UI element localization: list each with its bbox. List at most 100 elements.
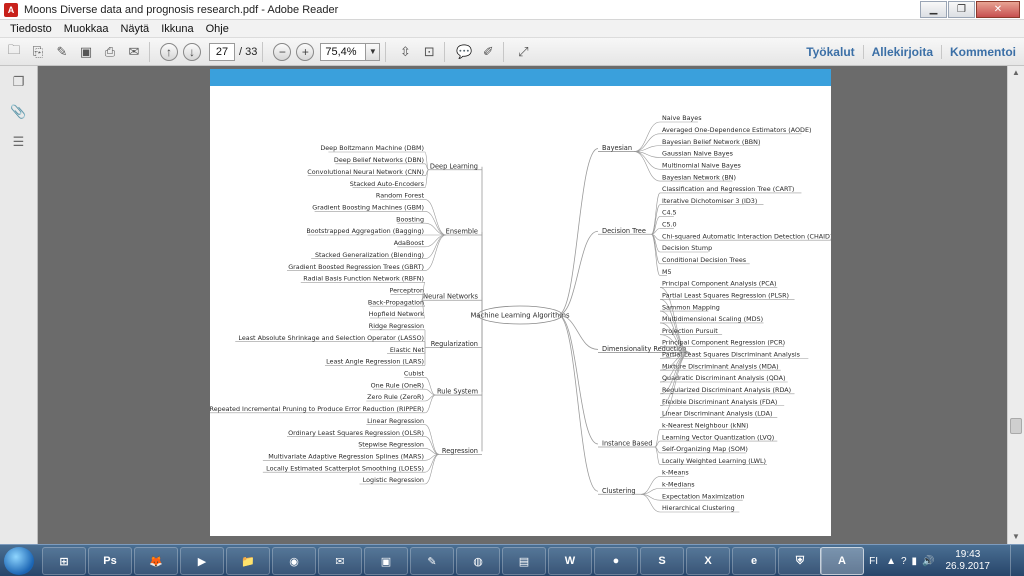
tools-link[interactable]: Työkalut [798,45,862,59]
category-label: Ensemble [446,228,478,236]
create-pdf-icon[interactable]: ⎘ [28,42,48,62]
toolbar-panels: Työkalut Allekirjoita Kommentoi [798,38,1024,66]
scroll-up-icon[interactable]: ▲ [1008,66,1024,80]
layers-icon[interactable]: ☰ [10,134,28,152]
algorithm-label: Iterative Dichotomiser 3 (ID3) [662,197,757,205]
minimize-button[interactable]: ▁ [920,1,947,18]
taskbar-app-9[interactable]: ◍ [456,547,500,575]
network-icon[interactable]: ▮ [912,556,918,567]
algorithm-label: k-Medians [662,481,695,489]
menu-edit[interactable]: Muokkaa [64,23,109,35]
taskbar-app-6[interactable]: ✉ [318,547,362,575]
taskbar-app-8[interactable]: ✎ [410,547,454,575]
taskbar-app-7[interactable]: ▣ [364,547,408,575]
save-icon[interactable]: ▣ [76,42,96,62]
menu-file[interactable]: Tiedosto [10,23,52,35]
taskbar-app-16[interactable]: ⛨ [778,547,822,575]
algorithm-label: k-Nearest Neighbour (kNN) [662,421,748,429]
clock[interactable]: 19:43 26.9.2017 [946,549,991,573]
algorithm-label: Perceptron [390,286,425,294]
menu-bar: Tiedosto Muokkaa Näytä Ikkuna Ohje [0,20,1024,38]
category-label: Neural Networks [423,293,478,301]
menu-help[interactable]: Ohje [206,23,229,35]
algorithm-label: Stacked Generalization (Blending) [315,251,424,259]
category-label: Regularization [431,340,478,348]
taskbar-app-14[interactable]: X [686,547,730,575]
leaf-connector [424,210,447,236]
taskbar-app-5[interactable]: ◉ [272,547,316,575]
menu-view[interactable]: Näytä [120,23,149,35]
close-button[interactable]: ✕ [976,1,1020,18]
leaf-connector [424,234,447,260]
category-label: Decision Tree [602,227,646,235]
taskbar-app-13[interactable]: S [640,547,684,575]
taskbar-app-10[interactable]: ▤ [502,547,546,575]
menu-window[interactable]: Ikkuna [161,23,193,35]
taskbar-app-11[interactable]: W [548,547,592,575]
taskbar-app-2[interactable]: 🦊 [134,547,178,575]
comment-icon[interactable]: 💬 [454,42,474,62]
taskbar-app-1[interactable]: Ps [88,547,132,575]
leaf-connector [651,204,661,235]
toolbar: 🗀 ⎘ ✎ ▣ ⎙ ✉ ↑ ↓ 27 / 33 − + 75,4% ▼ ⇳ ⊡ … [0,38,1024,66]
algorithm-label: Ordinary Least Squares Regression (OLSR) [288,429,424,437]
toolbar-divider [262,41,264,62]
maximize-button[interactable]: ❐ [948,1,975,18]
sign-link[interactable]: Allekirjoita [862,45,941,59]
algorithm-label: Expectation Maximization [662,492,745,500]
page-thumbnails-icon[interactable]: ❐ [10,74,28,92]
zoom-input[interactable]: 75,4% [320,42,367,61]
clock-date: 26.9.2017 [945,561,991,572]
print-icon[interactable]: ⎙ [100,42,120,62]
comment-link[interactable]: Kommentoi [941,45,1024,59]
category-label: Instance Based [602,440,652,448]
algorithm-label: Bayesian Network (BN) [662,173,736,181]
attachments-icon[interactable]: 📎 [10,104,28,122]
scrollbar-thumb[interactable] [1010,418,1022,434]
branch-line [557,314,599,492]
algorithm-label: Zero Rule (ZeroR) [367,393,424,401]
algorithm-label: Stepwise Regression [358,441,424,449]
adobe-reader-icon: A [4,2,18,17]
edit-icon[interactable]: ✎ [52,42,72,62]
algorithm-label: Elastic Net [390,346,425,354]
volume-icon[interactable]: 🔊 [922,556,934,567]
fit-width-icon[interactable]: ⇳ [395,42,415,62]
start-button[interactable] [4,547,34,575]
taskbar-app-3[interactable]: ▶ [180,547,224,575]
fit-page-icon[interactable]: ⊡ [419,42,439,62]
taskbar-app-0[interactable]: ⊞ [42,547,86,575]
algorithm-label: Multidimensional Scaling (MDS) [662,315,763,323]
highlight-icon[interactable]: ✐ [478,42,498,62]
zoom-in-button[interactable]: + [296,42,315,61]
open-icon[interactable]: 🗀 [4,42,24,62]
toolbar-divider [149,41,150,62]
algorithm-label: Boosting [396,215,424,223]
taskbar-app-12[interactable]: ● [594,547,638,575]
email-icon[interactable]: ✉ [124,42,144,62]
help-icon[interactable]: ? [901,556,907,567]
vertical-scrollbar[interactable]: ▲ ▼ [1007,66,1024,544]
next-page-button[interactable]: ↓ [183,42,201,61]
show-desktop-button[interactable] [1010,545,1024,576]
taskbar-app-17[interactable]: A [820,547,864,575]
zoom-dropdown-arrow-icon[interactable]: ▼ [366,42,381,61]
taskbar-app-4[interactable]: 📁 [226,547,270,575]
taskbar-app-15[interactable]: e [732,547,776,575]
algorithm-label: C5.0 [662,221,677,229]
algorithm-label: Chi-squared Automatic Interaction Detect… [662,232,831,240]
page-total: / 33 [239,45,258,58]
tray-arrow-icon[interactable]: ▲ [886,556,896,567]
zoom-out-button[interactable]: − [273,42,292,61]
previous-page-button[interactable]: ↑ [160,42,178,61]
fullscreen-icon[interactable]: ⤢ [513,42,533,62]
language-indicator[interactable]: FI [869,556,878,567]
system-tray: FI ▲ ? ▮ 🔊 19:43 26.9.2017 [869,545,990,576]
leaf-connector [633,121,661,152]
algorithm-label: Classification and Regression Tree (CART… [662,185,794,193]
center-node-label: Machine Learning Algorithms [470,311,570,319]
algorithm-label: Radial Basis Function Network (RBFN) [303,275,424,283]
page-number-input[interactable]: 27 [209,42,235,61]
scroll-down-icon[interactable]: ▼ [1008,530,1024,544]
algorithm-label: M5 [662,268,672,276]
